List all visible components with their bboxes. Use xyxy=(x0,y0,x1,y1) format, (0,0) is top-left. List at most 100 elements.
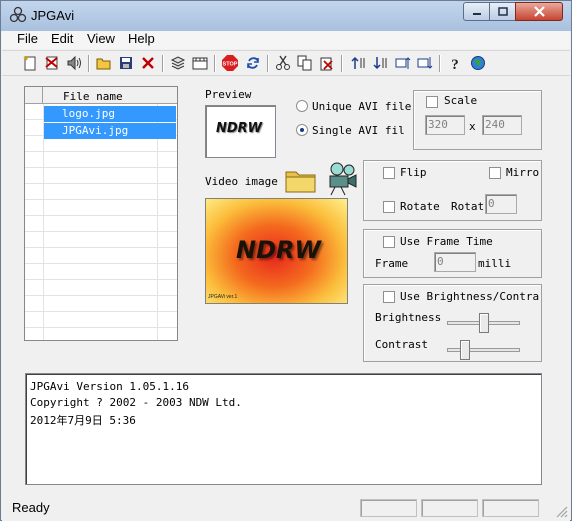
toolbar-separator xyxy=(267,55,269,72)
window-title: JPGAvi xyxy=(31,8,75,23)
scale-width-input[interactable]: 320 xyxy=(425,115,465,135)
refresh-icon[interactable] xyxy=(244,54,262,72)
scale-label[interactable]: Scale xyxy=(444,94,477,107)
frame-label: Frame xyxy=(375,257,409,270)
log-line: 2012年7月9日 5:36 xyxy=(30,414,136,427)
frame-time-input[interactable]: 0 xyxy=(434,252,476,272)
cut-icon[interactable] xyxy=(274,54,292,72)
scale-x-label: x xyxy=(469,120,476,133)
file-list[interactable]: File name logo.jpg JPGAvi.jpg xyxy=(24,86,178,341)
menu-file[interactable]: File xyxy=(17,31,38,46)
single-avi-radio[interactable] xyxy=(296,124,308,136)
preview-label: Preview xyxy=(205,88,252,101)
stop-icon[interactable]: STOP xyxy=(221,54,239,72)
unique-avi-radio[interactable] xyxy=(296,100,308,112)
contrast-slider[interactable] xyxy=(459,340,470,360)
video-image-text: NDRW xyxy=(236,236,321,264)
app-window: JPGAvi File Edit View Help STOP ? File n… xyxy=(0,0,572,521)
svg-text:?: ? xyxy=(451,57,459,71)
rotate-checkbox[interactable] xyxy=(383,201,395,213)
log-line: JPGAvi Version 1.05.1.16 xyxy=(30,380,189,393)
frame-unit-label: milli xyxy=(478,257,512,270)
new-icon[interactable] xyxy=(21,54,39,72)
remove-icon[interactable] xyxy=(43,54,61,72)
frame-time-group: Use Frame Time Frame 0 milli xyxy=(363,229,542,278)
brightness-slider[interactable] xyxy=(478,313,489,333)
rotate-label[interactable]: Rotate xyxy=(400,200,440,213)
brightness-contrast-label[interactable]: Use Brightness/Contra xyxy=(400,290,539,303)
flip-label[interactable]: Flip xyxy=(400,166,427,179)
menu-view[interactable]: View xyxy=(87,31,115,46)
status-bar: Ready xyxy=(2,497,570,521)
video-image-label: Video image xyxy=(205,175,278,188)
video-image-caption: JPGAVi ver.1 xyxy=(208,294,238,300)
frame-time-checkbox[interactable] xyxy=(383,236,395,248)
mirror-label[interactable]: Mirro xyxy=(506,166,539,179)
toolbar-separator xyxy=(214,55,216,72)
file-name: JPGAvi.jpg xyxy=(62,124,129,137)
status-pane xyxy=(360,499,417,517)
sort-desc-icon[interactable] xyxy=(372,54,390,72)
toolbar-separator xyxy=(88,55,90,72)
list-item[interactable]: JPGAvi.jpg xyxy=(44,123,176,139)
move-down-icon[interactable] xyxy=(416,54,434,72)
title-bar[interactable]: JPGAvi xyxy=(1,1,571,31)
brightness-checkbox[interactable] xyxy=(383,291,395,303)
status-text: Ready xyxy=(12,500,50,515)
close-icon xyxy=(533,6,545,17)
contrast-slider-track[interactable] xyxy=(447,348,520,352)
scale-checkbox[interactable] xyxy=(426,96,438,108)
brightness-contrast-group: Use Brightness/Contra Brightness Contras… xyxy=(363,284,542,362)
preview-text: NDRW xyxy=(216,121,263,136)
menu-edit[interactable]: Edit xyxy=(51,31,73,46)
move-up-icon[interactable] xyxy=(394,54,412,72)
help-icon[interactable]: ? xyxy=(446,54,464,72)
resize-grip-icon[interactable] xyxy=(555,505,569,519)
file-name: logo.jpg xyxy=(62,107,115,120)
scale-height-input[interactable]: 240 xyxy=(482,115,522,135)
toolbar-separator xyxy=(439,55,441,72)
contrast-label: Contrast xyxy=(375,338,428,351)
maximize-icon xyxy=(497,7,508,16)
single-avi-label[interactable]: Single AVI fil xyxy=(312,124,405,137)
web-icon[interactable] xyxy=(469,54,487,72)
rotate-field-label: Rotat xyxy=(451,200,485,213)
svg-text:STOP: STOP xyxy=(223,62,238,68)
toolbar-separator xyxy=(341,55,343,72)
unique-avi-label[interactable]: Unique AVI file xyxy=(312,100,411,113)
menu-bar: File Edit View Help xyxy=(2,31,570,49)
column-header-file-name[interactable]: File name xyxy=(63,90,123,103)
brightness-label: Brightness xyxy=(375,311,442,324)
video-image-preview: NDRW JPGAVi ver.1 xyxy=(205,198,348,304)
close-button[interactable] xyxy=(515,2,563,21)
movie-camera-icon[interactable] xyxy=(325,161,359,197)
frame-time-label[interactable]: Use Frame Time xyxy=(400,235,493,248)
flip-checkbox[interactable] xyxy=(383,167,395,179)
sound-icon[interactable] xyxy=(65,54,83,72)
open-icon[interactable] xyxy=(95,54,113,72)
sort-asc-icon[interactable] xyxy=(350,54,368,72)
menu-help[interactable]: Help xyxy=(128,31,155,46)
status-pane xyxy=(482,499,539,517)
rotate-input[interactable]: 0 xyxy=(485,194,517,214)
log-line: Copyright ? 2002 - 2003 NDW Ltd. xyxy=(30,396,242,409)
save-icon[interactable] xyxy=(117,54,135,72)
toolbar-separator xyxy=(162,55,164,72)
file-list-header: File name xyxy=(25,87,177,104)
toolbar: STOP ? xyxy=(2,50,570,76)
app-icon xyxy=(9,6,27,23)
scale-group: Scale 320 x 240 xyxy=(413,90,542,150)
delete-icon[interactable] xyxy=(139,54,157,72)
film-icon[interactable] xyxy=(191,54,209,72)
log-area[interactable]: JPGAvi Version 1.05.1.16 Copyright ? 200… xyxy=(25,373,542,485)
copy-icon[interactable] xyxy=(296,54,314,72)
mirror-checkbox[interactable] xyxy=(489,167,501,179)
status-pane xyxy=(421,499,478,517)
maximize-button[interactable] xyxy=(489,2,516,21)
minimize-button[interactable] xyxy=(463,2,490,21)
minimize-icon xyxy=(472,12,481,15)
paste-icon[interactable] xyxy=(318,54,336,72)
folder-icon[interactable] xyxy=(284,166,318,194)
list-item[interactable]: logo.jpg xyxy=(44,106,176,122)
stack-icon[interactable] xyxy=(169,54,187,72)
